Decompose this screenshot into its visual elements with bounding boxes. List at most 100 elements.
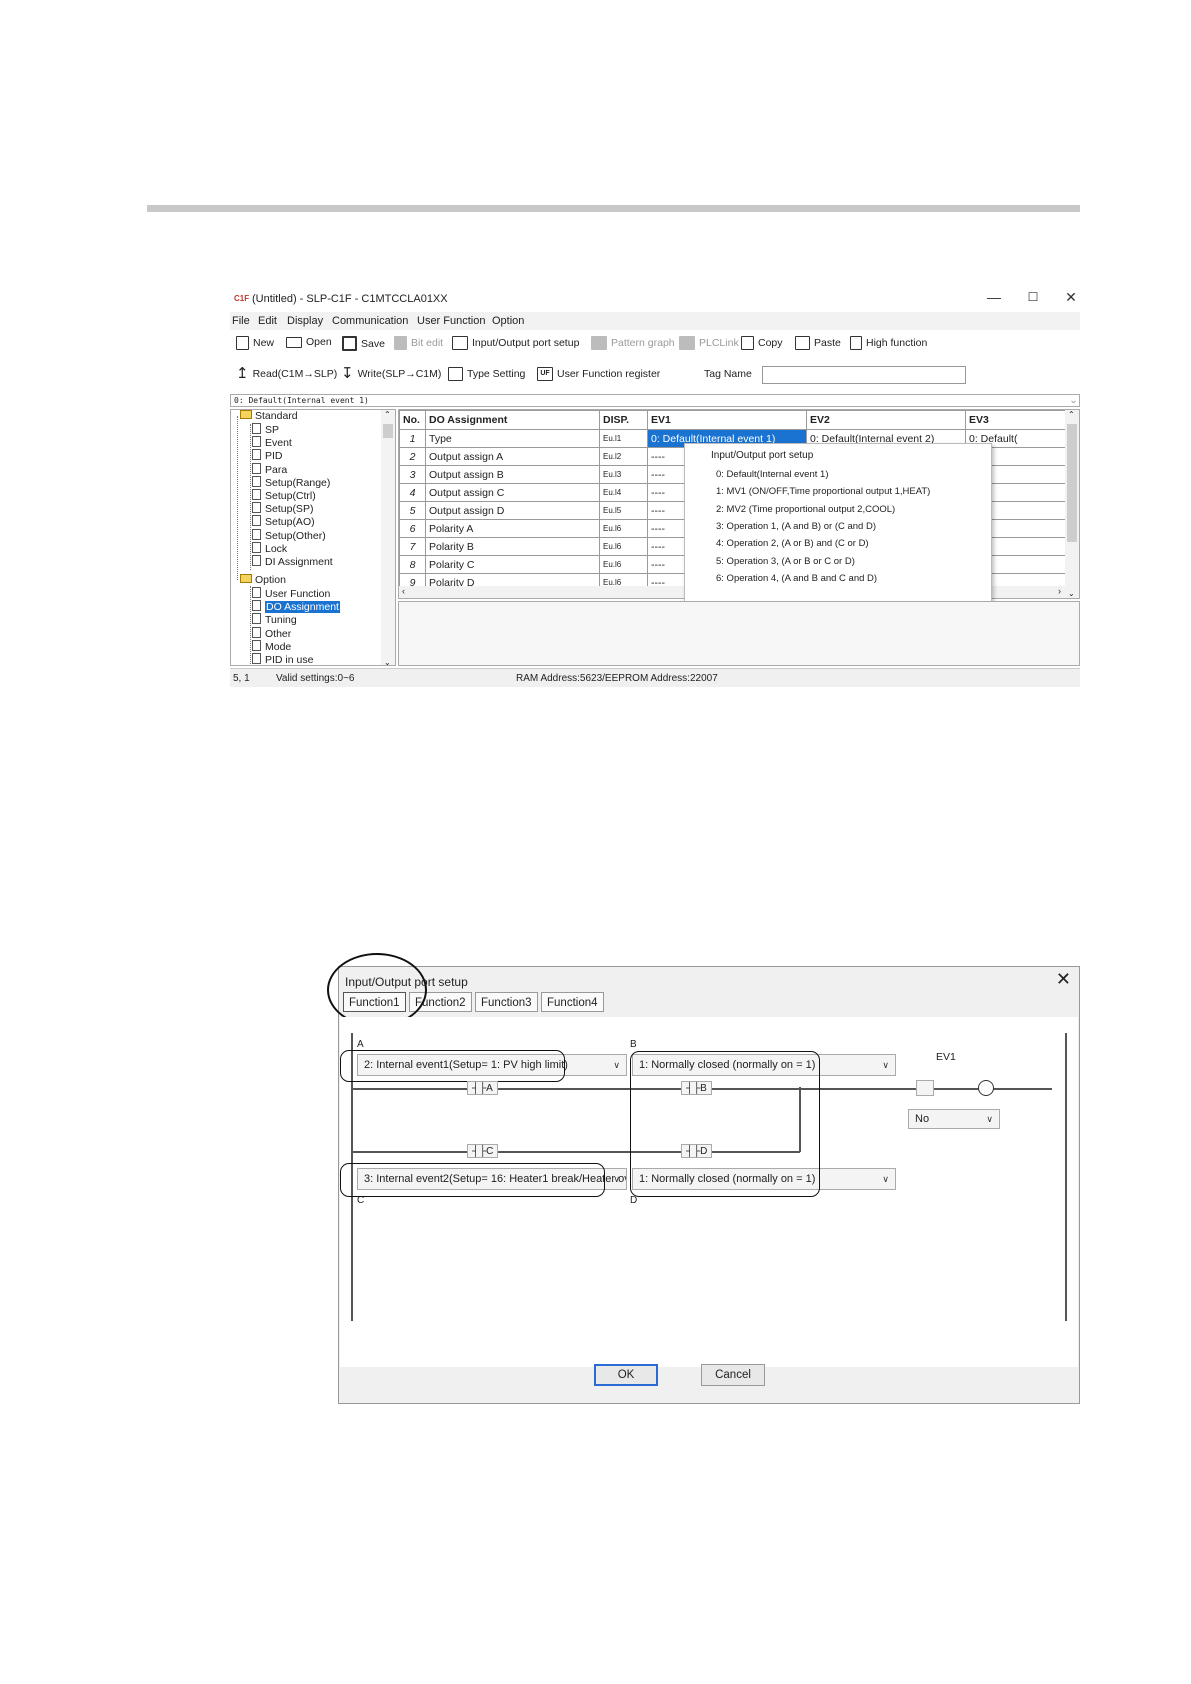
tree-item[interactable]: PID in use xyxy=(252,653,314,666)
status-bar: 5, 1 Valid settings:0~6 RAM Address:5623… xyxy=(230,668,1080,687)
cell-disp: Eu.l6 xyxy=(599,555,648,574)
tree-folder-standard[interactable]: Standard xyxy=(240,410,298,422)
cell-no: 1 xyxy=(399,429,426,448)
tree-scroll-thumb[interactable] xyxy=(383,424,393,438)
scroll-down-icon[interactable]: ⌄ xyxy=(1068,589,1075,598)
tree-item-label: PID in use xyxy=(265,654,314,666)
type-setting-icon xyxy=(448,367,463,381)
menu-user-function[interactable]: User Function xyxy=(417,315,485,327)
dropdown-option[interactable]: 4: Operation 2, (A or B) and (C or D) xyxy=(716,538,869,549)
dropdown-header[interactable]: Input/Output port setup xyxy=(711,450,813,461)
scroll-up-icon[interactable]: ⌃ xyxy=(1068,410,1075,419)
tree-item[interactable]: Setup(Other) xyxy=(252,528,326,542)
tree-item[interactable]: Setup(Ctrl) xyxy=(252,489,316,502)
read-button[interactable]: ↥ Read(C1M→SLP) xyxy=(236,366,337,381)
pattern-graph-button[interactable]: Pattern graph xyxy=(591,336,675,350)
tree-item[interactable]: DO Assignment xyxy=(252,600,340,614)
tree-item[interactable]: Event xyxy=(252,436,292,449)
maximize-button[interactable]: ☐ xyxy=(1023,290,1043,304)
chevron-down-icon: ∨ xyxy=(882,1174,889,1184)
new-label: New xyxy=(253,337,275,349)
menu-edit[interactable]: Edit xyxy=(258,315,277,327)
close-button[interactable]: ✕ xyxy=(1061,289,1081,306)
document-icon xyxy=(252,436,261,448)
cancel-button[interactable]: Cancel xyxy=(701,1364,765,1386)
tree-item[interactable]: Lock xyxy=(252,541,287,555)
copy-label: Copy xyxy=(758,337,783,349)
save-button[interactable]: Save xyxy=(342,336,385,351)
highlight-box-c xyxy=(340,1163,605,1197)
tree-item[interactable]: Tuning xyxy=(252,613,297,626)
paste-button[interactable]: Paste xyxy=(795,336,841,350)
dropdown-option[interactable]: 6: Operation 4, (A and B and C and D) xyxy=(716,573,877,584)
cell-disp: Eu.l2 xyxy=(599,447,648,466)
dropdown-option[interactable]: 2: MV2 (Time proportional output 2,COOL) xyxy=(716,504,895,515)
dropdown-option[interactable]: 5: Operation 3, (A or B or C or D) xyxy=(716,556,855,567)
tree-item[interactable]: PID xyxy=(252,449,283,462)
contact-a[interactable]: ┤├A xyxy=(467,1081,498,1095)
plclink-button[interactable]: PLCLink xyxy=(679,336,739,350)
cell-name: Polarity A xyxy=(425,519,600,538)
output-invert-select[interactable]: No ∨ xyxy=(908,1109,1000,1129)
user-function-register-button[interactable]: UF User Function register xyxy=(537,367,660,381)
menu-communication[interactable]: Communication xyxy=(332,315,408,327)
tree-item[interactable]: Setup(SP) xyxy=(252,502,313,515)
grid-vertical-scrollbar[interactable]: ⌃ ⌄ xyxy=(1065,410,1079,598)
current-setting-text: 0: Default(Internal event 1) xyxy=(234,396,369,405)
cell-name: Output assign C xyxy=(425,483,600,502)
tree-item[interactable]: DI Assignment xyxy=(252,555,333,568)
grid-scroll-thumb[interactable] xyxy=(1067,424,1077,542)
document-icon xyxy=(252,653,261,664)
tree-item[interactable]: Mode xyxy=(252,639,291,653)
scroll-down-icon[interactable]: ⌄ xyxy=(384,658,391,665)
contact-d[interactable]: ┤├D xyxy=(681,1144,713,1158)
menu-display[interactable]: Display xyxy=(287,315,323,327)
bit-edit-button[interactable]: Bit edit xyxy=(394,336,443,350)
output-coil-icon xyxy=(978,1080,994,1096)
scroll-right-icon[interactable]: › xyxy=(1058,586,1061,596)
write-label: Write(SLP→C1M) xyxy=(357,368,442,380)
dropdown-option[interactable]: 0: Default(Internal event 1) xyxy=(716,469,828,480)
type-setting-button[interactable]: Type Setting xyxy=(448,367,525,381)
dropdown-option[interactable]: 3: Operation 1, (A and B) or (C and D) xyxy=(716,521,876,532)
dropdown-option[interactable]: 1: MV1 (ON/OFF,Time proportional output … xyxy=(716,486,930,497)
tree-folder-option[interactable]: Option xyxy=(240,574,286,586)
high-function-button[interactable]: High function xyxy=(850,336,927,350)
ok-button[interactable]: OK xyxy=(594,1364,658,1386)
document-icon xyxy=(252,600,261,612)
tree-item[interactable]: Setup(Range) xyxy=(252,475,330,489)
chevron-down-icon[interactable]: ⌵ xyxy=(1071,395,1076,406)
cell-no: 3 xyxy=(399,465,426,484)
write-button[interactable]: ↧ Write(SLP→C1M) xyxy=(341,366,442,381)
contact-b[interactable]: ┤├B xyxy=(681,1081,712,1095)
open-button[interactable]: Open xyxy=(286,336,332,348)
new-button[interactable]: New xyxy=(236,336,274,350)
menu-option[interactable]: Option xyxy=(492,315,524,327)
minimize-button[interactable]: — xyxy=(984,289,1004,305)
tree-item[interactable]: User Function xyxy=(252,587,330,600)
tree-item[interactable]: Setup(AO) xyxy=(252,515,315,528)
tab-function3[interactable]: Function3 xyxy=(475,992,538,1012)
menu-file[interactable]: File xyxy=(232,315,250,327)
tree-scrollbar[interactable]: ⌃ ⌄ xyxy=(381,410,395,665)
high-function-label: High function xyxy=(866,337,928,349)
tree-item[interactable]: Para xyxy=(252,462,287,476)
dialog-close-button[interactable]: ✕ xyxy=(1056,969,1071,990)
contact-c[interactable]: ┤├C xyxy=(467,1144,499,1158)
copy-button[interactable]: Copy xyxy=(741,336,783,350)
tab-function4[interactable]: Function4 xyxy=(541,992,604,1012)
scroll-left-icon[interactable]: ‹ xyxy=(402,586,405,596)
output-not-contact[interactable] xyxy=(916,1080,934,1096)
io-port-setup-button[interactable]: Input/Output port setup xyxy=(452,336,579,350)
col-header-ev3: EV3 xyxy=(965,410,1066,430)
cell-disp: Eu.l5 xyxy=(599,501,648,520)
tree-item[interactable]: SP xyxy=(252,423,279,436)
tree-item-label: PID xyxy=(265,450,283,463)
tag-name-input[interactable] xyxy=(762,366,966,384)
contact-symbol: ┤├ xyxy=(686,1083,701,1094)
document-icon xyxy=(252,528,261,540)
scroll-up-icon[interactable]: ⌃ xyxy=(384,410,391,419)
tree-item[interactable]: Other xyxy=(252,626,291,640)
folder-icon xyxy=(240,410,252,419)
cell-disp: Eu.l6 xyxy=(599,519,648,538)
